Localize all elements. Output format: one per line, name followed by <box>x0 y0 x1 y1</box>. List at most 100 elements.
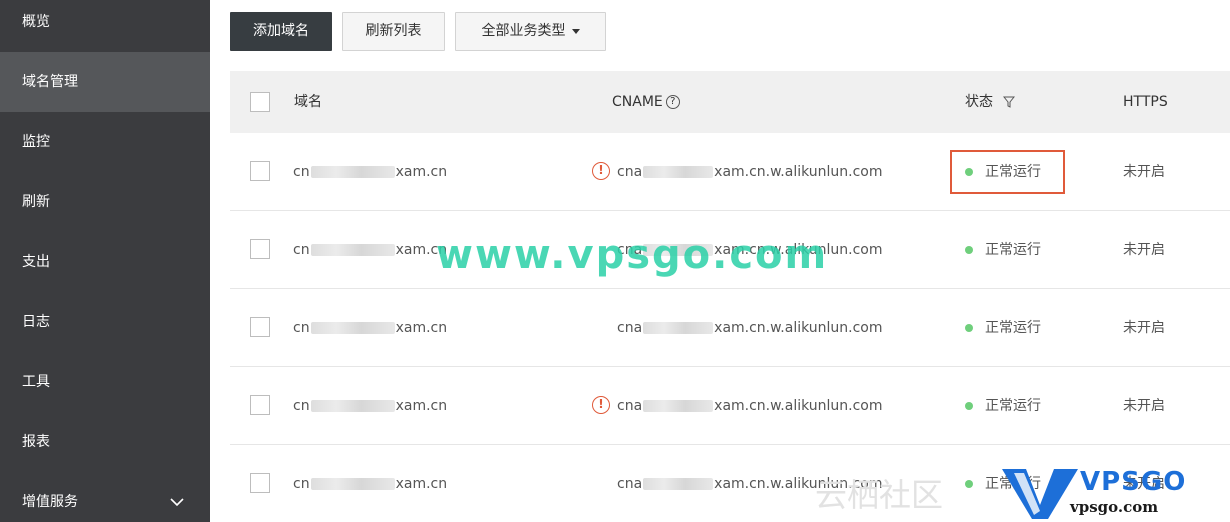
domain-prefix: cn <box>293 476 310 492</box>
cname-prefix: cna <box>617 242 643 258</box>
cname-prefix: cna <box>617 476 643 492</box>
cname-cell: cna xam.cn.w.alikunlun.com <box>617 289 883 367</box>
domain-suffix: xam.cn <box>395 398 448 414</box>
row-checkbox[interactable] <box>250 239 270 259</box>
status-text: 正常运行 <box>985 476 1041 492</box>
redacted-blur <box>310 244 395 256</box>
sidebar: 概览 域名管理 监控 刷新 支出 日志 工具 报表 增值服务 <box>0 0 210 522</box>
row-checkbox[interactable] <box>250 317 270 337</box>
domain-suffix: xam.cn <box>395 320 448 336</box>
sidebar-item-value-added-services[interactable]: 增值服务 <box>0 472 210 522</box>
status-dot-icon <box>965 324 973 332</box>
status-text: 正常运行 <box>985 398 1041 414</box>
domain-suffix: xam.cn <box>395 242 448 258</box>
sidebar-item-billing[interactable]: 支出 <box>0 232 210 292</box>
table-row: cn xam.cn ! cna xam.cn.w.alikunlun.com 正常运… <box>230 367 1230 445</box>
redacted-blur <box>643 322 714 334</box>
column-header-cname-label: CNAME <box>612 94 663 110</box>
domain-cell[interactable]: cn xam.cn <box>293 133 447 211</box>
status-cell: 正常运行 <box>965 211 1041 289</box>
cname-prefix: cna <box>617 320 643 336</box>
column-header-status-label: 状态 <box>965 94 993 110</box>
status-cell: 正常运行 <box>965 289 1041 367</box>
status-text: 正常运行 <box>985 320 1041 336</box>
business-type-dropdown[interactable]: 全部业务类型 <box>455 12 606 51</box>
https-cell: 未开启 <box>1123 320 1165 336</box>
row-checkbox[interactable] <box>250 473 270 493</box>
domain-cell[interactable]: cn xam.cn <box>293 211 447 289</box>
cname-suffix: xam.cn.w.alikunlun.com <box>714 320 883 336</box>
https-cell: 未开启 <box>1123 476 1165 492</box>
domain-prefix: cn <box>293 320 310 336</box>
cname-cell: cna xam.cn.w.alikunlun.com <box>617 445 883 522</box>
table-row: cn xam.cn cna xam.cn.w.alikunlun.com 正常运行 … <box>230 211 1230 289</box>
table-row: cn xam.cn cna xam.cn.w.alikunlun.com 正常运行 … <box>230 289 1230 367</box>
cname-suffix: xam.cn.w.alikunlun.com <box>714 476 883 492</box>
warning-icon[interactable]: ! <box>592 396 610 414</box>
cname-prefix: cna <box>617 398 643 414</box>
column-header-domain: 域名 <box>294 94 322 110</box>
status-cell: 正常运行 <box>965 367 1041 445</box>
refresh-list-button[interactable]: 刷新列表 <box>342 12 445 51</box>
sidebar-item-domain-management[interactable]: 域名管理 <box>0 52 210 112</box>
domain-suffix: xam.cn <box>395 476 448 492</box>
status-dot-icon <box>965 480 973 488</box>
status-dot-icon <box>965 402 973 410</box>
column-header-status: 状态 <box>965 71 1016 133</box>
sidebar-item-label: 支出 <box>22 254 50 270</box>
sidebar-item-overview[interactable]: 概览 <box>0 0 210 52</box>
redacted-blur <box>643 400 714 412</box>
sidebar-item-label: 监控 <box>22 134 50 150</box>
sidebar-item-monitoring[interactable]: 监控 <box>0 112 210 172</box>
redacted-blur <box>643 244 714 256</box>
column-header-https: HTTPS <box>1123 94 1168 110</box>
table-row: cn xam.cn ! cna xam.cn.w.alikunlun.com 正常运… <box>230 133 1230 211</box>
sidebar-item-label: 日志 <box>22 314 50 330</box>
redacted-blur <box>643 478 714 490</box>
cname-suffix: xam.cn.w.alikunlun.com <box>714 164 883 180</box>
domain-prefix: cn <box>293 242 310 258</box>
redacted-blur <box>310 478 395 490</box>
sidebar-item-label: 概览 <box>22 14 50 30</box>
cname-cell: cna xam.cn.w.alikunlun.com <box>617 211 883 289</box>
sidebar-item-logs[interactable]: 日志 <box>0 292 210 352</box>
domain-cell[interactable]: cn xam.cn <box>293 367 447 445</box>
status-text: 正常运行 <box>985 242 1041 258</box>
warning-icon[interactable]: ! <box>592 162 610 180</box>
cname-cell: cna xam.cn.w.alikunlun.com <box>617 133 883 211</box>
cname-suffix: xam.cn.w.alikunlun.com <box>714 398 883 414</box>
cname-prefix: cna <box>617 164 643 180</box>
table-row: cn xam.cn cna xam.cn.w.alikunlun.com 正常运行 … <box>230 445 1230 522</box>
sidebar-item-reports[interactable]: 报表 <box>0 412 210 472</box>
status-dot-icon <box>965 246 973 254</box>
domain-cell[interactable]: cn xam.cn <box>293 445 447 522</box>
https-cell: 未开启 <box>1123 242 1165 258</box>
sidebar-item-refresh[interactable]: 刷新 <box>0 172 210 232</box>
https-cell: 未开启 <box>1123 164 1165 180</box>
sidebar-item-label: 刷新 <box>22 194 50 210</box>
add-domain-button[interactable]: 添加域名 <box>230 12 332 51</box>
table-header: 域名 CNAME? 状态 HTTPS <box>230 71 1230 133</box>
redacted-blur <box>310 400 395 412</box>
row-checkbox[interactable] <box>250 395 270 415</box>
redacted-blur <box>643 166 714 178</box>
status-cell: 正常运行 <box>965 445 1041 522</box>
domain-cell[interactable]: cn xam.cn <box>293 289 447 367</box>
cname-suffix: xam.cn.w.alikunlun.com <box>714 242 883 258</box>
domain-suffix: xam.cn <box>395 164 448 180</box>
domain-prefix: cn <box>293 398 310 414</box>
caret-down-icon <box>571 28 580 34</box>
https-cell: 未开启 <box>1123 398 1165 414</box>
sidebar-item-tools[interactable]: 工具 <box>0 352 210 412</box>
filter-icon[interactable] <box>1003 96 1016 108</box>
status-highlight-box <box>950 150 1065 194</box>
help-icon[interactable]: ? <box>665 95 680 109</box>
sidebar-item-label: 报表 <box>22 434 50 450</box>
sidebar-item-label: 增值服务 <box>22 494 78 510</box>
redacted-blur <box>310 322 395 334</box>
select-all-checkbox[interactable] <box>250 92 270 112</box>
domain-prefix: cn <box>293 164 310 180</box>
column-header-cname: CNAME? <box>612 71 680 133</box>
row-checkbox[interactable] <box>250 161 270 181</box>
cdn-console: 概览 域名管理 监控 刷新 支出 日志 工具 报表 增值服务 添加域名 刷新列表… <box>0 0 1230 522</box>
